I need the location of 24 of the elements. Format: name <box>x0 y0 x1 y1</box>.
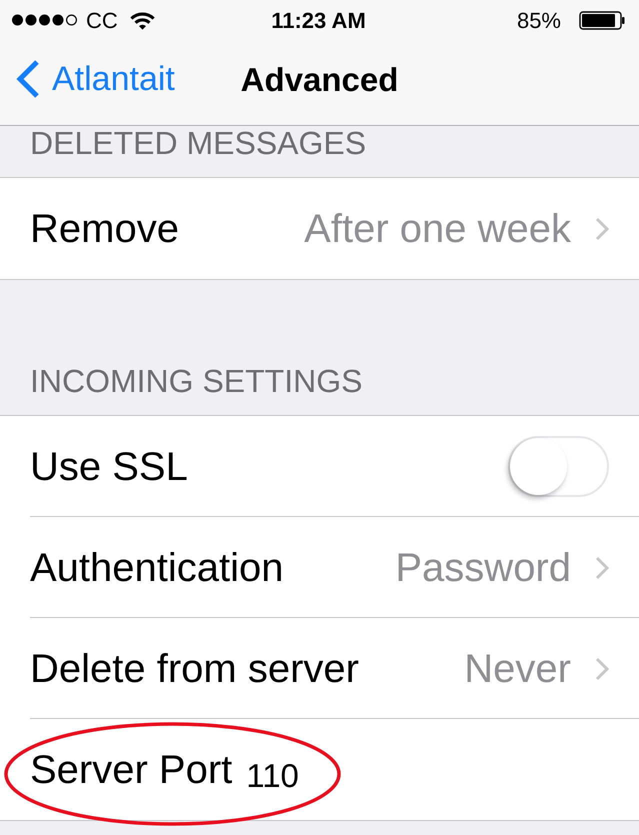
wifi-icon <box>128 10 156 30</box>
carrier-name: CC <box>86 6 118 34</box>
row-label: Authentication <box>30 544 284 592</box>
row-label: Remove <box>30 206 179 252</box>
toggle-switch[interactable] <box>508 436 609 497</box>
section-header: DELETED MESSAGES <box>29 126 368 163</box>
row-value: After one week <box>304 206 571 252</box>
row-label: Server Port <box>30 746 232 794</box>
screen-title: Advanced <box>240 60 398 100</box>
row-value: Password <box>395 544 571 592</box>
port-field[interactable]: 110 <box>246 756 308 796</box>
battery-icon <box>579 10 625 30</box>
signal-icon <box>12 14 78 26</box>
battery-percent: 85% <box>516 6 561 34</box>
row-label: Use SSL <box>30 444 188 490</box>
row-value: Never <box>464 646 571 692</box>
row-label: Delete from server <box>30 646 359 692</box>
status-time: 11:23 AM <box>271 6 366 34</box>
chevron-icon <box>595 556 609 580</box>
chevron-icon <box>595 656 609 680</box>
back-button[interactable]: Atlantait <box>16 59 175 100</box>
back-chevron-icon <box>16 59 40 100</box>
chevron-icon <box>595 216 609 240</box>
section-header: INCOMING SETTINGS <box>29 362 364 401</box>
